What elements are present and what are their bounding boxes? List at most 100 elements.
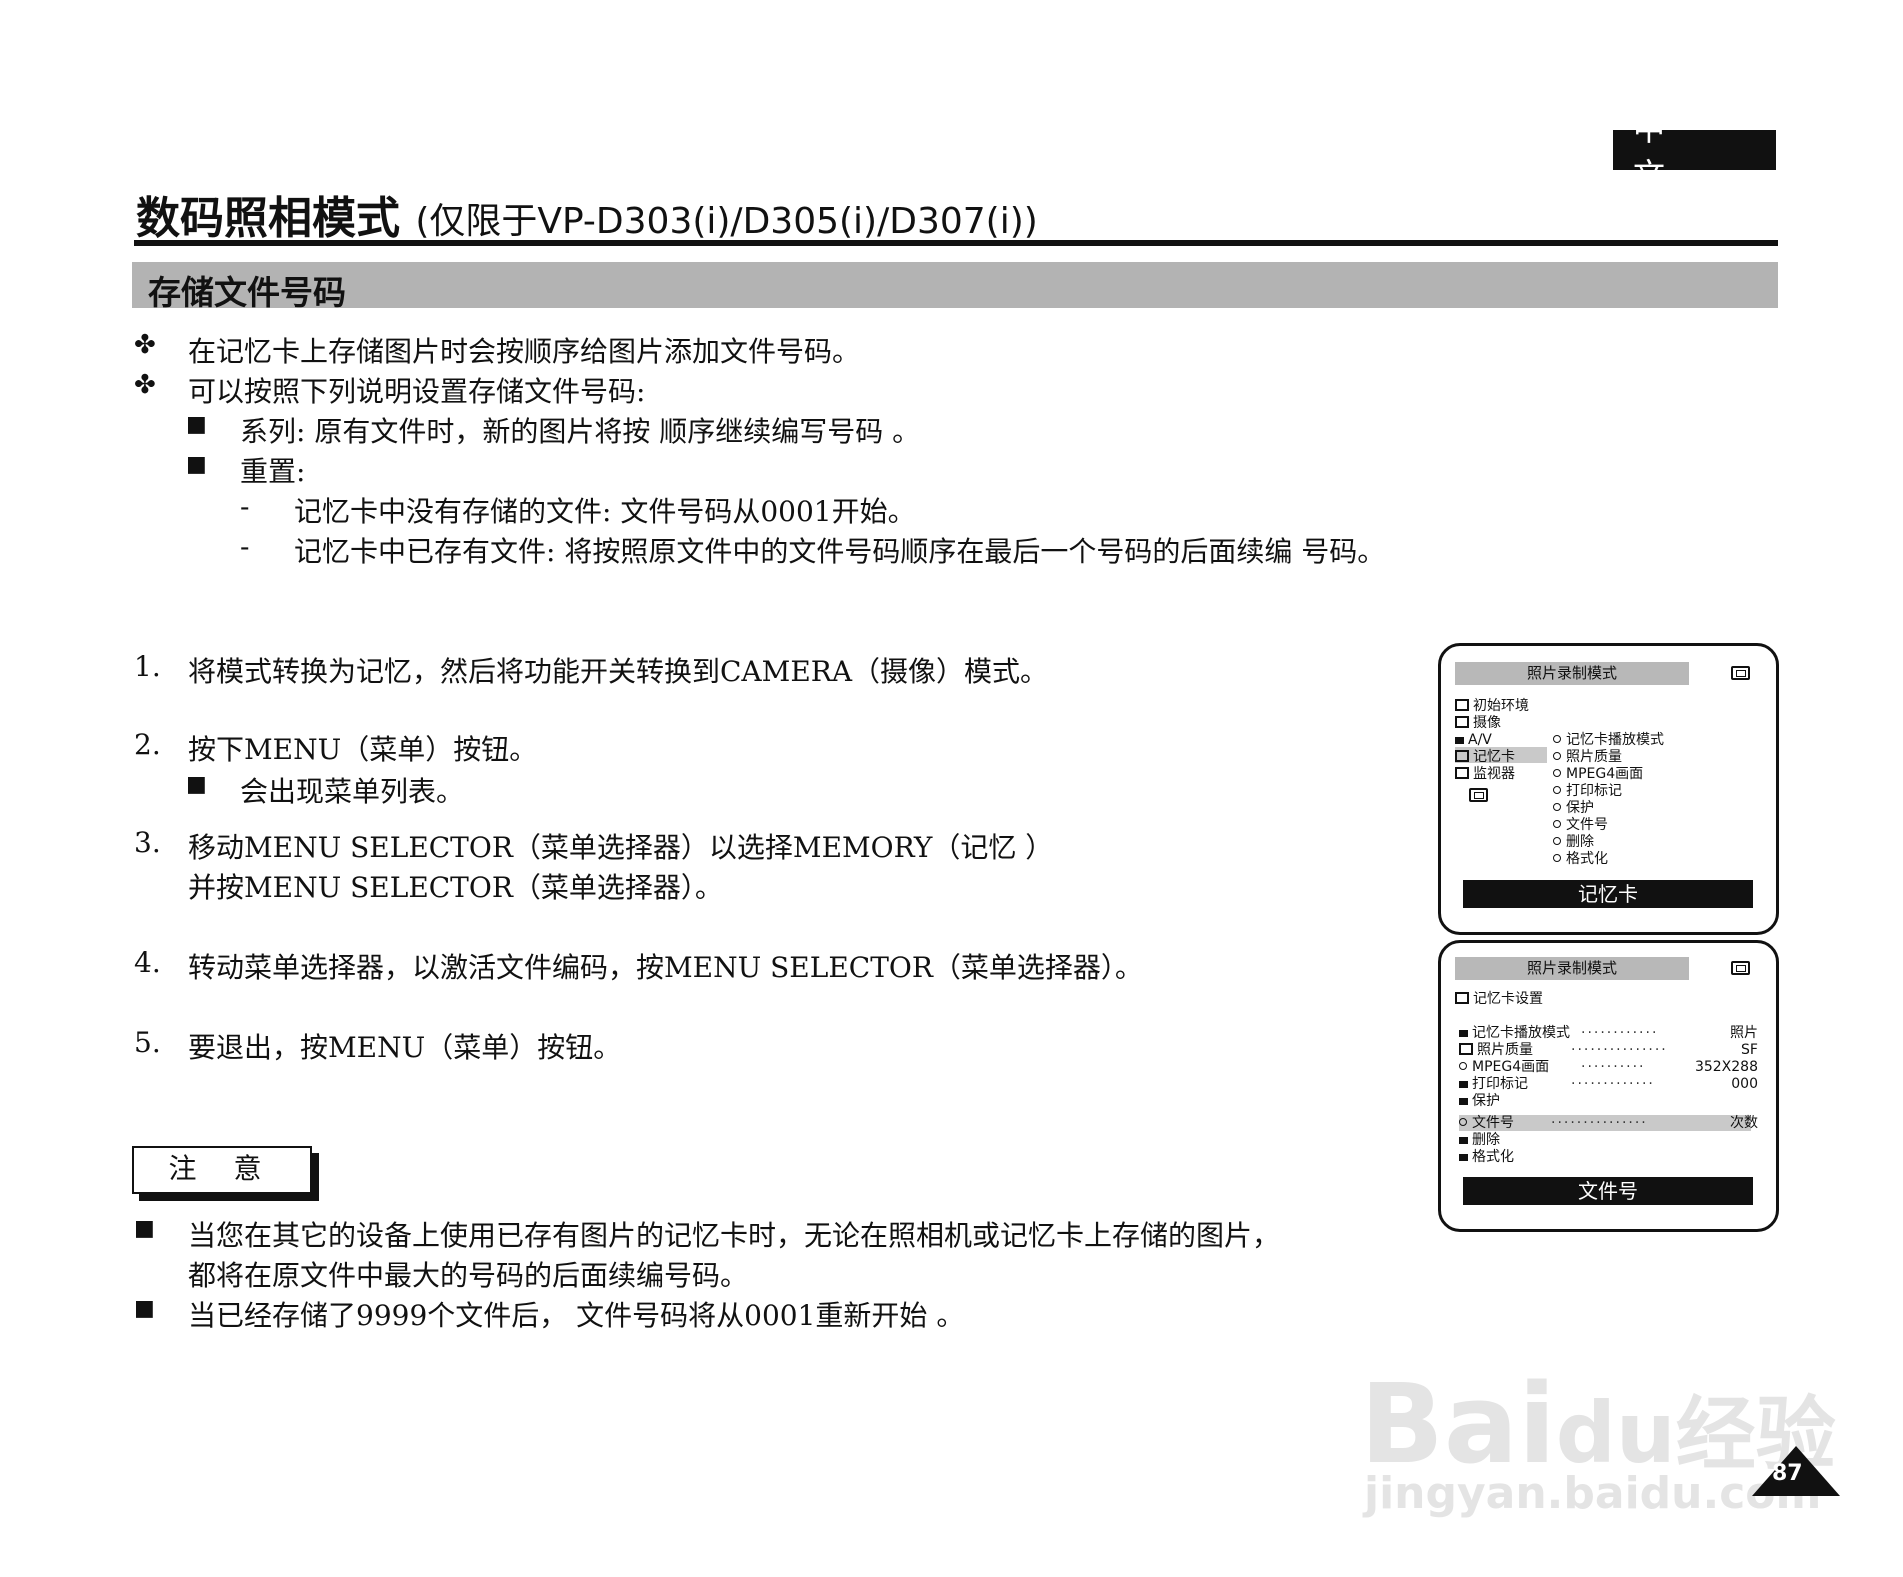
square-bullet-icon: ■ <box>134 1296 155 1321</box>
intro-sub-item-2: 重置: <box>240 455 306 488</box>
bullet-dot-icon <box>1459 1118 1467 1126</box>
folder-icon <box>1455 992 1469 1004</box>
folder-icon <box>1455 750 1469 762</box>
note-line-1: 当您在其它的设备上使用已存有图片的记忆卡时，无论在照相机或记忆卡上存储的图片， <box>188 1219 1281 1252</box>
dash-icon: - <box>240 490 250 523</box>
page-number: 87 <box>1772 1461 1803 1486</box>
dot-leader: ············ <box>1581 1025 1659 1041</box>
screen-header: 照片录制模式 <box>1455 957 1689 980</box>
setting-row: MPEG4画面 <box>1459 1059 1549 1076</box>
title-rule <box>134 240 1778 246</box>
photo-mode-icon <box>1731 961 1750 975</box>
title-main: 数码照相模式 <box>136 193 400 244</box>
row-icon <box>1459 1154 1468 1161</box>
menu-item: 监视器 <box>1455 766 1515 783</box>
section-bar <box>132 262 1778 308</box>
title-sub: (仅限于VP-D303(i)/D305(i)/D307(i)) <box>415 201 1038 242</box>
dot-leader: ··············· <box>1571 1042 1668 1058</box>
step-text: 将模式转换为记忆，然后将功能开关转换到CAMERA（摄像）模式。 <box>188 655 1049 688</box>
bullet-dot-icon <box>1553 735 1561 743</box>
menu-subitem: 格式化 <box>1553 851 1608 868</box>
note-line-3: 当已经存储了9999个文件后， 文件号码将从0001重新开始 。 <box>188 1299 965 1332</box>
monitor-icon <box>1469 788 1488 802</box>
setting-value: 次数 <box>1730 1115 1758 1131</box>
setting-row: 记忆卡播放模式 <box>1459 1025 1570 1042</box>
intro-dash-item-2: 记忆卡中已存有文件: 将按照原文件中的文件号码顺序在最后一个号码的后面续编 号码… <box>294 535 1386 568</box>
language-tab: 中 文 <box>1613 110 1776 194</box>
screen-header: 照片录制模式 <box>1455 662 1689 685</box>
section-title: 存储文件号码 <box>148 273 346 312</box>
step-text: 移动MENU SELECTOR（菜单选择器）以选择MEMORY（记忆 ） <box>188 831 1054 864</box>
menu-subitem: 打印标记 <box>1553 783 1622 800</box>
menu-item: A/V <box>1455 732 1492 749</box>
square-bullet-icon: ■ <box>186 772 207 797</box>
step-number: 4. <box>134 946 161 979</box>
intro-line-1: 在记忆卡上存储图片时会按顺序给图片添加文件号码。 <box>188 335 861 368</box>
step-number: 2. <box>134 728 161 761</box>
folder-icon <box>1455 699 1469 711</box>
step-number: 1. <box>134 650 161 683</box>
intro-line-2: 可以按照下列说明设置存储文件号码: <box>188 375 646 408</box>
folder-icon <box>1459 1043 1473 1055</box>
menu-screen-2: 照片录制模式 记忆卡设置 记忆卡播放模式 照片质量 MPEG4画面 打印标记 保… <box>1438 940 1779 1232</box>
intro-dash-item-1: 记忆卡中没有存储的文件: 文件号码从0001开始。 <box>294 495 916 528</box>
setting-value: 352X288 <box>1694 1059 1758 1075</box>
setting-value: 照片 <box>1730 1025 1758 1041</box>
screen-footer: 文件号 <box>1463 1177 1753 1205</box>
bullet-dot-icon <box>1553 752 1561 760</box>
bullet-dot-icon <box>1553 837 1561 845</box>
av-icon <box>1455 737 1464 744</box>
screen-footer: 记忆卡 <box>1463 880 1753 908</box>
row-icon <box>1459 1081 1468 1088</box>
bullet-icon: ✤ <box>134 330 156 360</box>
photo-mode-icon <box>1731 666 1750 680</box>
bullet-dot-icon <box>1553 820 1561 828</box>
setting-row: 格式化 <box>1459 1149 1514 1166</box>
row-icon <box>1459 1137 1468 1144</box>
step-text: 按下MENU（菜单）按钮。 <box>188 733 538 766</box>
step-sub-text: 会出现菜单列表。 <box>240 775 465 808</box>
setting-value: SF <box>1741 1042 1758 1058</box>
bullet-dot-icon <box>1459 1062 1467 1070</box>
setting-row: 文件号 <box>1459 1115 1514 1132</box>
bullet-dot-icon <box>1553 786 1561 794</box>
setting-value: 000 <box>1731 1076 1758 1092</box>
menu-item: 初始环境 <box>1455 698 1529 715</box>
folder-icon <box>1455 716 1469 728</box>
step-number: 5. <box>134 1026 161 1059</box>
submenu-title: 记忆卡设置 <box>1455 991 1543 1008</box>
bullet-dot-icon <box>1553 854 1561 862</box>
bullet-icon: ✤ <box>134 370 156 400</box>
note-line-2: 都将在原文件中最大的号码的后面续编号码。 <box>188 1259 749 1292</box>
bullet-dot-icon <box>1553 803 1561 811</box>
bullet-dot-icon <box>1553 769 1561 777</box>
step-text: 转动菜单选择器，以激活文件编码，按MENU SELECTOR（菜单选择器）。 <box>188 951 1143 984</box>
square-bullet-icon: ■ <box>134 1216 155 1241</box>
folder-icon <box>1455 767 1469 779</box>
menu-subitem: 删除 <box>1553 834 1594 851</box>
step-number: 3. <box>134 826 161 859</box>
row-icon <box>1459 1030 1468 1037</box>
dot-leader: ·········· <box>1581 1059 1646 1075</box>
menu-screen-1: 照片录制模式 初始环境 摄像 A/V 记忆卡 监视器 记忆卡播放模式 照片质量 … <box>1438 643 1779 935</box>
page-title: 数码照相模式 (仅限于VP-D303(i)/D305(i)/D307(i)) <box>136 182 1038 246</box>
menu-item: 记忆卡 <box>1455 749 1515 766</box>
setting-row: 删除 <box>1459 1132 1500 1149</box>
menu-subitem: 保护 <box>1553 800 1594 817</box>
menu-subitem: 文件号 <box>1553 817 1608 834</box>
setting-row: 打印标记 <box>1459 1076 1528 1093</box>
row-icon <box>1459 1098 1468 1105</box>
dot-leader: ··············· <box>1551 1115 1648 1131</box>
setting-row: 照片质量 <box>1459 1042 1533 1059</box>
step-text-continued: 并按MENU SELECTOR（菜单选择器）。 <box>188 871 723 904</box>
square-bullet-icon: ■ <box>186 412 207 437</box>
menu-subitem: MPEG4画面 <box>1553 766 1643 783</box>
setting-row: 保护 <box>1459 1093 1500 1110</box>
square-bullet-icon: ■ <box>186 452 207 477</box>
step-text: 要退出，按MENU（菜单）按钮。 <box>188 1031 622 1064</box>
menu-subitem: 照片质量 <box>1553 749 1622 766</box>
dash-icon: - <box>240 530 250 563</box>
menu-item: 摄像 <box>1455 715 1501 732</box>
menu-subitem: 记忆卡播放模式 <box>1553 732 1664 749</box>
dot-leader: ············· <box>1571 1076 1655 1092</box>
